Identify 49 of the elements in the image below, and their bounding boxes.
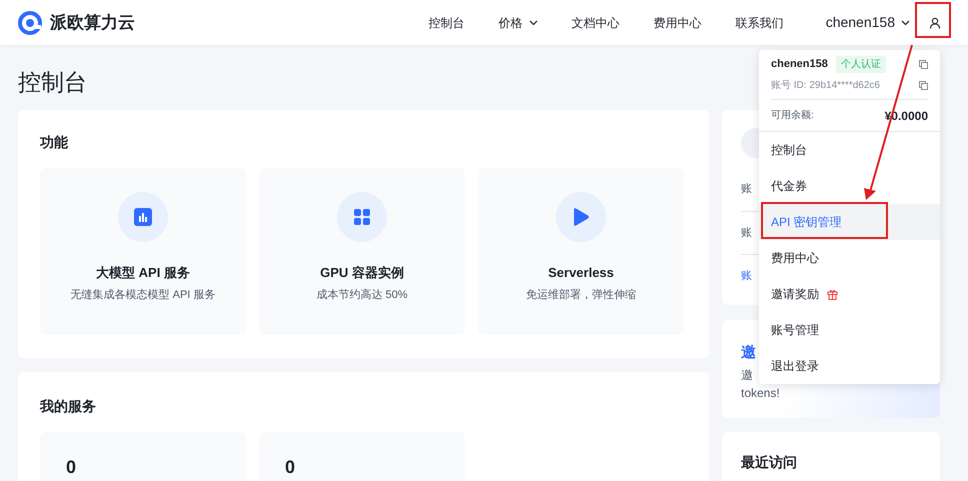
user-menu[interactable]: chenen158 — [826, 12, 910, 33]
menu-item[interactable]: API 密钥管理 — [759, 204, 940, 240]
menu-item[interactable]: 退出登录 — [759, 348, 940, 384]
feature-card[interactable]: Serverless 免运维部署，弹性伸缩 — [478, 168, 684, 335]
menu-item[interactable]: 邀请奖励 — [759, 276, 940, 312]
feature-subtitle: 无缝集成各模态模型 API 服务 — [70, 288, 216, 302]
feature-subtitle: 免运维部署，弹性伸缩 — [526, 288, 636, 302]
person-icon — [929, 16, 941, 28]
play-icon — [572, 207, 590, 227]
account-link[interactable]: 账 — [741, 268, 752, 284]
feature-title: GPU 容器实例 — [320, 264, 404, 282]
feature-card[interactable]: 大模型 API 服务 无缝集成各模态模型 API 服务 — [40, 168, 246, 335]
section-title: 最近访问 — [741, 453, 798, 472]
brand-name: 派欧算力云 — [50, 12, 135, 34]
caret-icon — [901, 20, 910, 26]
copy-icon[interactable] — [919, 60, 928, 68]
page-title: 控制台 — [18, 68, 87, 97]
nav-link[interactable]: 费用中心 — [654, 14, 702, 32]
service-count: 0 — [285, 457, 296, 477]
feature-card[interactable]: GPU 容器实例 成本节约高达 50% — [259, 168, 465, 335]
feature-subtitle: 成本节约高达 50% — [316, 288, 408, 302]
service-count: 0 — [66, 457, 76, 477]
nav-link[interactable]: 联系我们 — [736, 14, 784, 32]
logo-icon — [18, 10, 42, 34]
nav-link[interactable]: 文档中心 — [572, 14, 620, 32]
grid-icon — [353, 208, 371, 226]
nav-link[interactable]: 控制台 — [428, 14, 465, 32]
feature-title: Serverless — [548, 264, 614, 282]
menu-item[interactable]: 控制台 — [759, 132, 940, 168]
verified-tag: 个人认证 — [836, 56, 886, 72]
highlight-frame — [915, 2, 951, 38]
invite-text: 邀 — [741, 367, 753, 384]
invite-text: tokens! — [741, 385, 780, 402]
menu-item[interactable]: 费用中心 — [759, 240, 940, 276]
feature-title: 大模型 API 服务 — [96, 264, 190, 282]
menu-item[interactable]: 账号管理 — [759, 312, 940, 348]
section-title: 功能 — [40, 133, 69, 152]
balance-label: 可用余额: — [771, 108, 814, 123]
account-label: 账 — [741, 226, 752, 241]
menu-item[interactable]: 代金券 — [759, 168, 940, 204]
section-title: 我的服务 — [40, 397, 97, 416]
username: chenen158 — [771, 56, 828, 72]
invite-title: 邀 — [741, 343, 756, 363]
nav-link[interactable]: 价格 — [498, 14, 538, 32]
account-id: 账号 ID: 29b14****d62c6 — [771, 78, 880, 92]
copy-icon[interactable] — [919, 80, 928, 90]
chart-icon — [134, 208, 152, 226]
gift-icon — [827, 288, 838, 300]
account-label: 账 — [741, 182, 752, 198]
